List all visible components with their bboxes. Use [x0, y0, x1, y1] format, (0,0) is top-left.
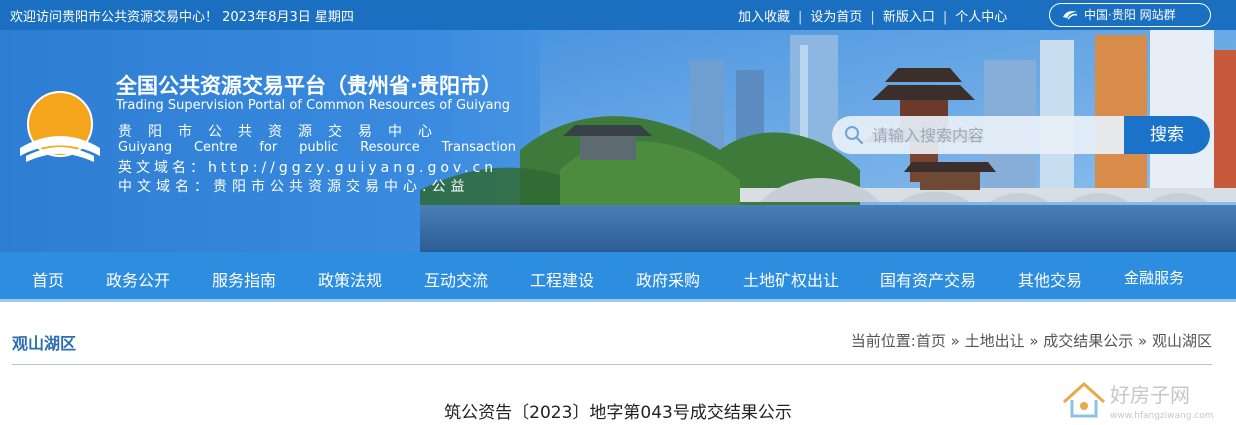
- search-input[interactable]: [872, 124, 1112, 146]
- org-name-word: public: [299, 140, 339, 155]
- portal-title-english: Trading Supervision Portal of Common Res…: [116, 98, 511, 113]
- nav-item-government-affairs[interactable]: 政务公开: [106, 267, 170, 291]
- site-group-button[interactable]: 中国·贵阳 网站群: [1049, 3, 1211, 27]
- portal-title: 全国公共资源交易平台（贵州省·贵阳市）: [116, 74, 502, 98]
- org-name-word: Guiyang: [118, 140, 173, 155]
- org-name-word: Resource: [360, 140, 420, 155]
- search-box: [832, 116, 1124, 154]
- nav-item-financial-services[interactable]: 金融服务: [1124, 267, 1184, 288]
- breadcrumb: 当前位置:首页 » 土地出让 » 成交结果公示 » 观山湖区: [850, 332, 1212, 350]
- divider: [12, 364, 1212, 365]
- article-title: 筑公资告〔2023〕地字第043号成交结果公示: [444, 403, 792, 423]
- org-name-english: Guiyang Centre for public Resource Trans…: [118, 140, 516, 155]
- welcome-text: 欢迎访问贵阳市公共资源交易中心！ 2023年8月3日 星期四: [10, 10, 354, 25]
- separator: |: [942, 10, 948, 25]
- english-domain: 英文域名：http://ggzy.guiyang.gov.cn: [118, 160, 498, 176]
- nav-item-procurement[interactable]: 政府采购: [636, 267, 700, 291]
- separator: |: [798, 10, 803, 25]
- chinese-domain: 中文域名：贵阳市公共资源交易中心.公益: [118, 179, 470, 195]
- watermark-url: www.hfangziwang.com: [1110, 411, 1214, 421]
- nav-item-policies[interactable]: 政策法规: [318, 267, 382, 291]
- site-group-icon: [1063, 11, 1078, 20]
- site-logo: [20, 91, 100, 162]
- nav-item-home[interactable]: 首页: [32, 267, 64, 291]
- org-name-word: Transaction: [441, 140, 516, 155]
- header-banner: 全国公共资源交易平台（贵州省·贵阳市） Trading Supervision …: [0, 30, 1236, 252]
- nav-item-state-assets[interactable]: 国有资产交易: [880, 267, 976, 291]
- search-button[interactable]: 搜索: [1124, 116, 1210, 154]
- org-name-word: for: [259, 140, 278, 155]
- nav-item-construction[interactable]: 工程建设: [530, 267, 594, 291]
- nav-item-other-trading[interactable]: 其他交易: [1018, 267, 1082, 291]
- main-nav: 首页 政务公开 服务指南 政策法规 互动交流 工程建设 政府采购 土地矿权出让 …: [0, 252, 1236, 302]
- org-name: 贵阳市公共资源交易中心: [118, 124, 448, 140]
- search-icon: [845, 126, 864, 145]
- personal-center-link[interactable]: 个人中心: [955, 10, 1007, 25]
- site-group-label: 中国·贵阳 网站群: [1084, 8, 1176, 22]
- section-title: 观山湖区: [12, 334, 77, 353]
- add-favorite-link[interactable]: 加入收藏: [738, 10, 790, 25]
- watermark-text: 好房子网: [1110, 383, 1190, 407]
- top-bar: 欢迎访问贵阳市公共资源交易中心！ 2023年8月3日 星期四 加入收藏 | 设为首页…: [0, 0, 1236, 30]
- nav-item-land-mining[interactable]: 土地矿权出让: [743, 267, 839, 291]
- watermark-logo: 好房子网 www.hfangziwang.com: [1062, 381, 1214, 421]
- set-homepage-link[interactable]: 设为首页: [810, 10, 862, 25]
- nav-item-service-guide[interactable]: 服务指南: [212, 267, 276, 291]
- separator: |: [870, 10, 875, 25]
- new-version-link[interactable]: 新版入口: [883, 10, 935, 25]
- nav-item-interaction[interactable]: 互动交流: [424, 267, 488, 291]
- org-name-word: Centre: [193, 140, 238, 155]
- top-links: 加入收藏 | 设为首页 | 新版入口 | 个人中心: [738, 6, 1007, 25]
